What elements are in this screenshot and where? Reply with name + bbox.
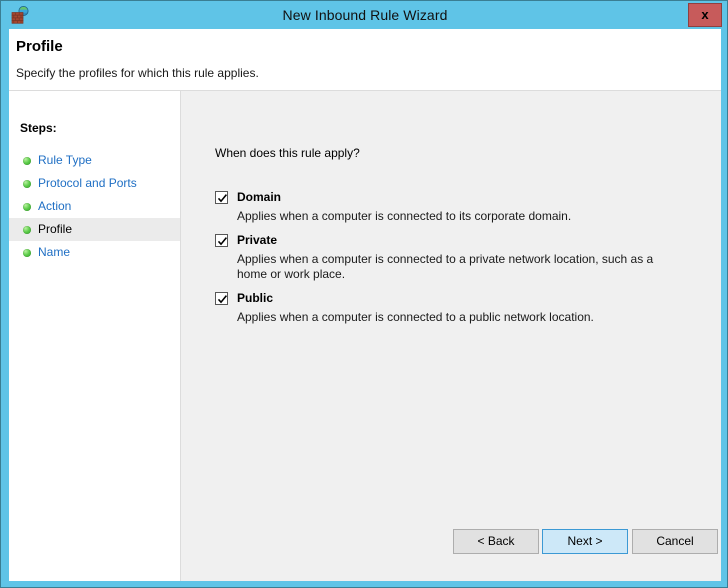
page-title: Profile	[16, 38, 63, 55]
option-label: Private	[237, 233, 278, 247]
option-description: Applies when a computer is connected to …	[237, 209, 572, 223]
dialog-body: Profile Specify the profiles for which t…	[9, 29, 721, 581]
checkbox-domain[interactable]: Domain	[215, 190, 685, 207]
sidebar-item-label: Rule Type	[38, 153, 92, 167]
step-bullet-icon	[23, 157, 31, 165]
sidebar-item-label: Name	[38, 245, 71, 259]
sidebar-item-profile[interactable]: Profile	[9, 218, 180, 241]
main-content: When does this rule apply? Domain Applie…	[182, 91, 721, 581]
sidebar-item-label: Action	[38, 199, 72, 213]
step-bullet-icon	[23, 249, 31, 257]
sidebar-item-protocol-and-ports[interactable]: Protocol and Ports	[9, 172, 180, 195]
steps-heading: Steps:	[20, 121, 57, 135]
steps-list: Rule Type Protocol and Ports Action Prof…	[9, 149, 180, 264]
checkbox-private[interactable]: Private	[215, 233, 685, 250]
option-private: Private Applies when a computer is conne…	[215, 233, 685, 282]
back-button[interactable]: < Back	[453, 529, 539, 554]
option-label: Public	[237, 291, 274, 305]
sidebar-item-rule-type[interactable]: Rule Type	[9, 149, 180, 172]
step-bullet-icon	[23, 180, 31, 188]
sidebar-item-name[interactable]: Name	[9, 241, 180, 264]
profile-options-group: Domain Applies when a computer is connec…	[215, 190, 685, 334]
header-banner: Profile Specify the profiles for which t…	[9, 29, 721, 91]
option-domain: Domain Applies when a computer is connec…	[215, 190, 685, 224]
wizard-window: New Inbound Rule Wizard x Profile Specif…	[0, 0, 728, 588]
question-label: When does this rule apply?	[215, 146, 360, 160]
sidebar-item-label: Protocol and Ports	[38, 176, 137, 190]
page-subtitle: Specify the profiles for which this rule…	[16, 66, 259, 80]
close-button[interactable]: x	[688, 3, 722, 27]
checkbox-public[interactable]: Public	[215, 291, 685, 308]
option-description: Applies when a computer is connected to …	[237, 310, 594, 324]
steps-sidebar: Steps: Rule Type Protocol and Ports Acti…	[9, 91, 181, 581]
sidebar-item-action[interactable]: Action	[9, 195, 180, 218]
option-label: Domain	[237, 190, 282, 204]
cancel-button[interactable]: Cancel	[632, 529, 718, 554]
title-bar[interactable]: New Inbound Rule Wizard x	[1, 1, 727, 29]
button-bar: < Back Next > Cancel	[182, 521, 721, 581]
window-title: New Inbound Rule Wizard	[282, 7, 448, 23]
checkmark-icon[interactable]	[215, 234, 228, 247]
step-bullet-icon	[23, 226, 31, 234]
option-description: Applies when a computer is connected to …	[237, 252, 654, 281]
option-public: Public Applies when a computer is connec…	[215, 291, 685, 325]
sidebar-item-label: Profile	[38, 222, 73, 236]
step-bullet-icon	[23, 203, 31, 211]
checkmark-icon[interactable]	[215, 292, 228, 305]
checkmark-icon[interactable]	[215, 191, 228, 204]
next-button[interactable]: Next >	[542, 529, 628, 554]
